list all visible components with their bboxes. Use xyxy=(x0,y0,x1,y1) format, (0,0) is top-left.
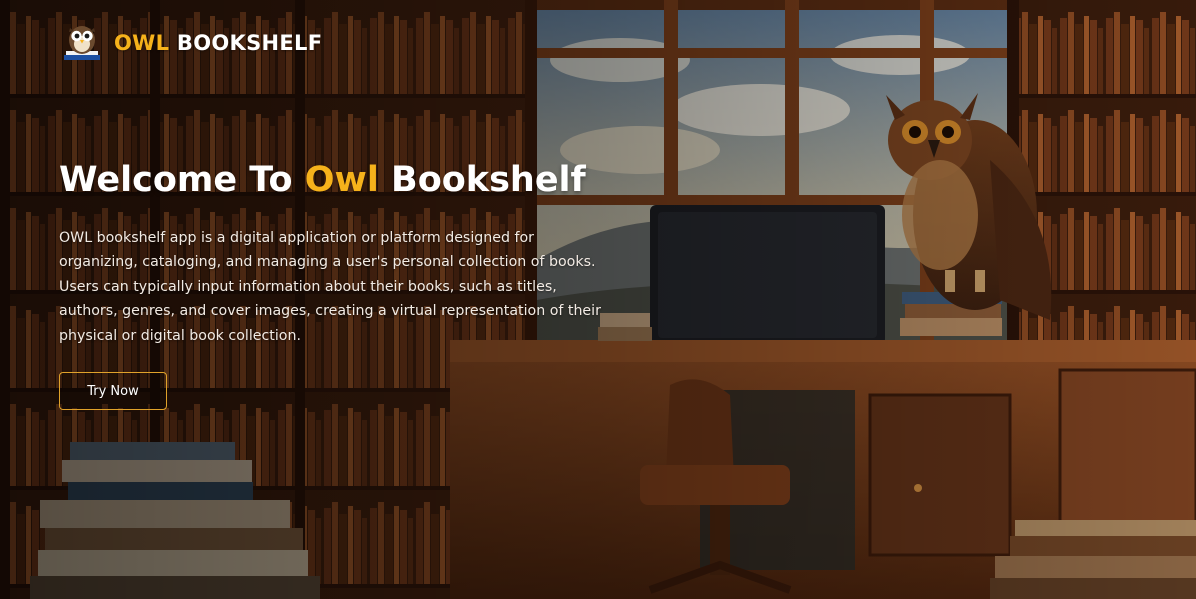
hero-title: Welcome To Owl Bookshelf xyxy=(59,160,586,200)
brand-rest: BOOKSHELF xyxy=(169,31,323,55)
brand-name[interactable]: OWL BOOKSHELF xyxy=(114,31,322,55)
brand-accent: OWL xyxy=(114,31,170,55)
hero-description: OWL bookshelf app is a digital applicati… xyxy=(59,230,601,344)
hero-title-end: Bookshelf xyxy=(378,160,586,200)
try-now-button[interactable]: Try Now xyxy=(59,372,167,410)
site-header: OWL BOOKSHELF xyxy=(60,22,322,64)
owl-on-books-icon[interactable] xyxy=(60,22,104,64)
hero-title-start: Welcome To xyxy=(59,160,305,200)
hero-title-accent: Owl xyxy=(304,160,379,200)
